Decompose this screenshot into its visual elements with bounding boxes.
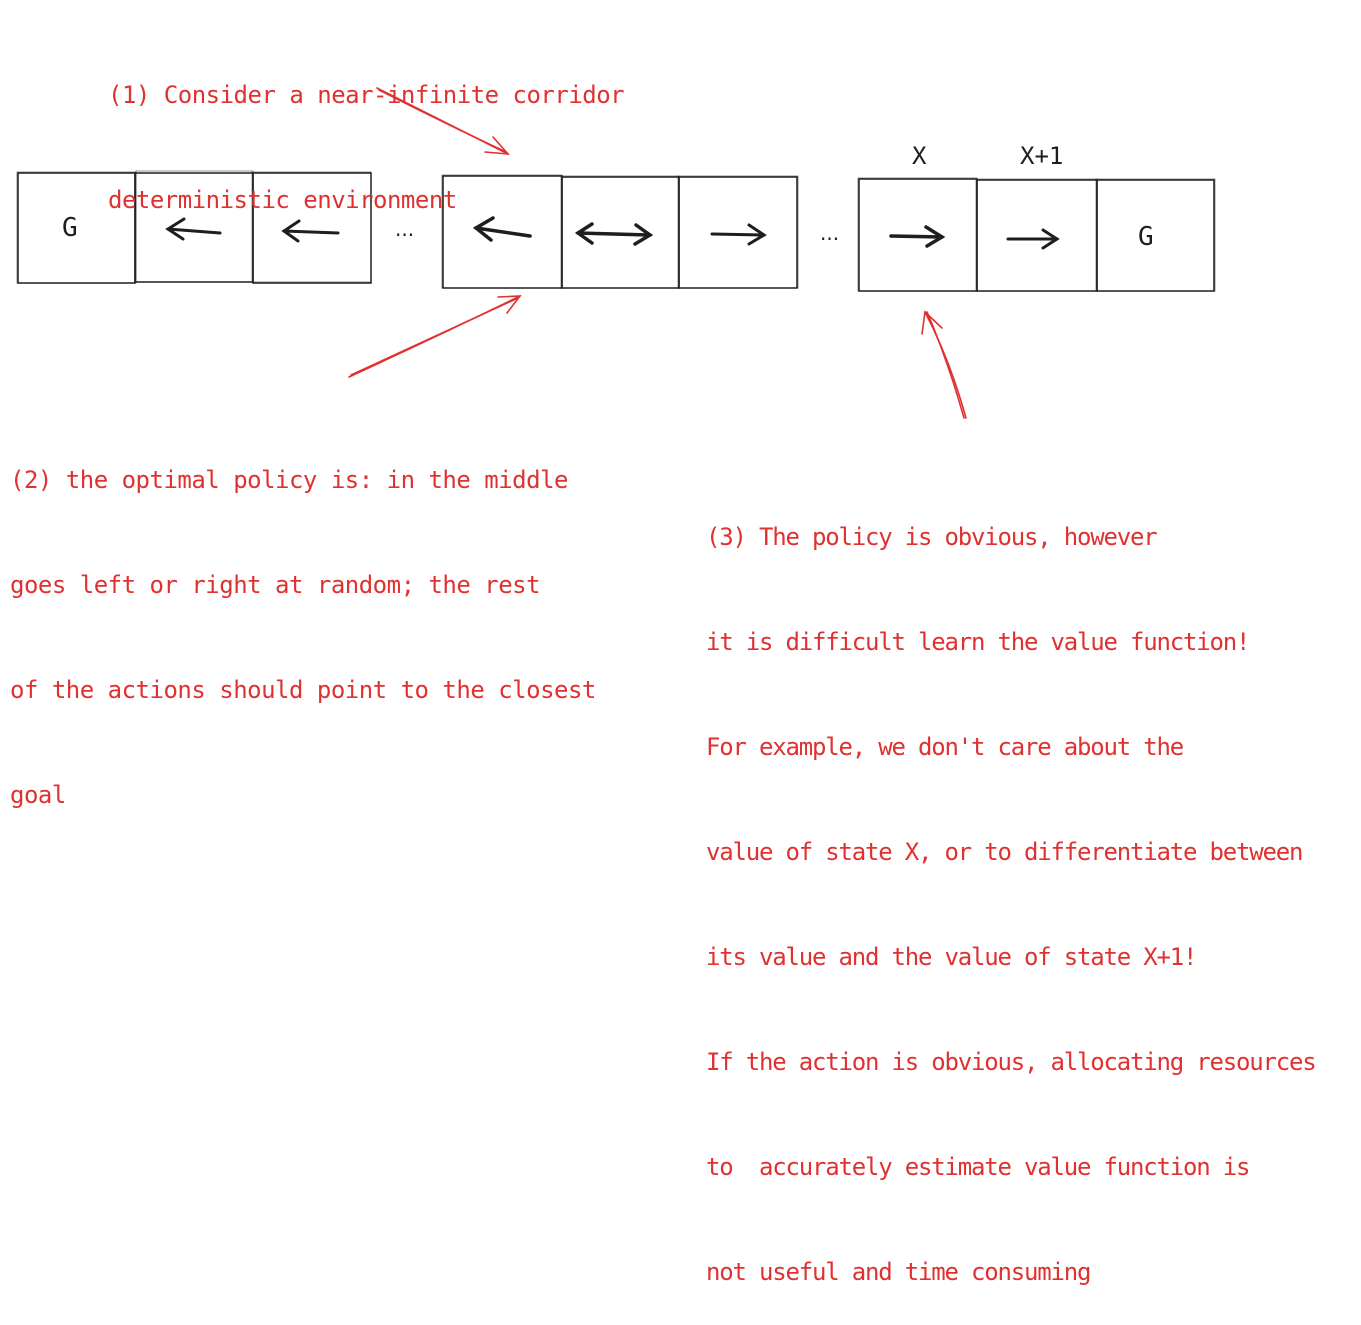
arrow-right-icon xyxy=(1006,228,1060,250)
note-1-consider-corridor: (1) Consider a near-infinite corridor de… xyxy=(108,8,625,253)
note-line: it is difficult learn the value function… xyxy=(706,628,1250,656)
arrow-right-icon xyxy=(889,225,946,248)
note-line: (1) Consider a near-infinite corridor xyxy=(108,81,625,109)
annotation-arrow-2 xyxy=(348,295,522,378)
note-line: (3) The policy is obvious, however xyxy=(706,523,1158,551)
note-line: to accurately estimate value function is xyxy=(706,1153,1250,1181)
cell-arrow-right-x xyxy=(857,177,978,292)
cell-goal-right: G xyxy=(1095,178,1216,292)
cell-arrow-right-middle xyxy=(677,175,799,289)
note-2-optimal-policy: (2) the optimal policy is: in the middle… xyxy=(10,393,596,848)
note-line: goes left or right at random; the rest xyxy=(10,571,541,599)
ellipsis-2: ... xyxy=(820,221,839,245)
goal-label: G xyxy=(1138,222,1154,252)
cell-arrow-right-x-plus-1 xyxy=(975,178,1098,292)
note-line: If the action is obvious, allocating res… xyxy=(706,1048,1317,1076)
note-line: of the actions should point to the close… xyxy=(10,676,596,704)
note-line: not useful and time consuming xyxy=(706,1258,1091,1286)
note-line: goal xyxy=(10,781,66,809)
arrow-right-icon xyxy=(710,223,767,246)
note-3-value-function: (3) The policy is obvious, however it is… xyxy=(706,450,1317,1325)
note-line: its value and the value of state X+1! xyxy=(706,943,1197,971)
annotation-arrow-3 xyxy=(921,310,967,419)
state-label-x-plus-1: X+1 xyxy=(1020,142,1063,170)
note-line: (2) the optimal policy is: in the middle xyxy=(10,466,568,494)
goal-label: G xyxy=(62,213,78,243)
note-line: For example, we don't care about the xyxy=(706,733,1184,761)
corridor-group-right: X X+1 G xyxy=(857,142,1216,292)
note-line: deterministic environment xyxy=(108,186,457,214)
state-label-x: X xyxy=(912,142,927,170)
note-line: value of state X, or to differentiate be… xyxy=(706,838,1303,866)
